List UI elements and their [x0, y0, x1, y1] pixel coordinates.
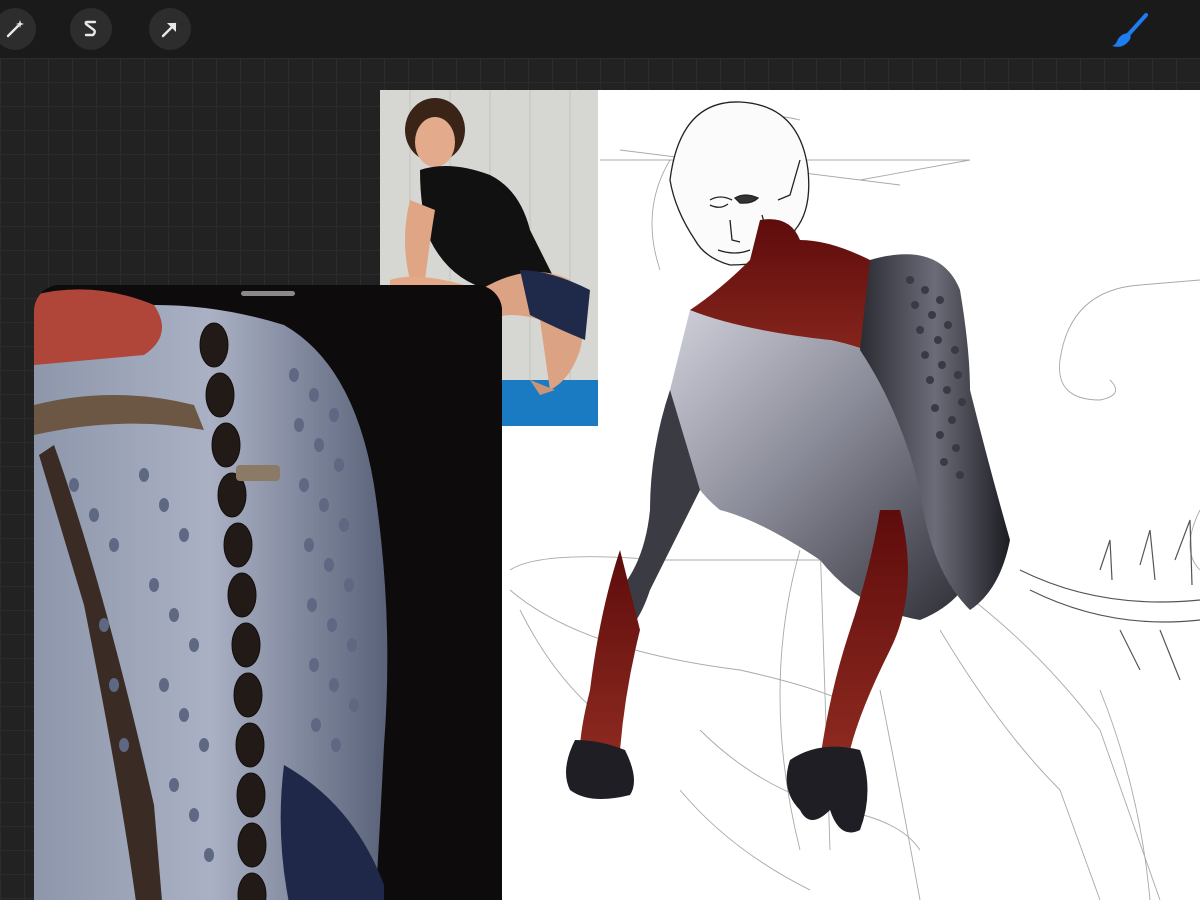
- top-toolbar: [0, 0, 1200, 59]
- arrow-cursor-icon: [161, 22, 177, 38]
- panel-drag-handle[interactable]: [241, 291, 295, 296]
- texture-reference-image: [34, 285, 502, 900]
- selection-s-icon: [84, 20, 97, 37]
- adjustments-button[interactable]: [0, 8, 36, 50]
- drawing-canvas[interactable]: [500, 90, 1200, 900]
- procreate-app: [0, 0, 1200, 900]
- magic-wand-icon: [6, 20, 24, 38]
- brush-button[interactable]: [1108, 9, 1150, 51]
- creature-sketch-image: [509, 101, 1200, 900]
- selection-button[interactable]: [70, 8, 112, 50]
- transform-button[interactable]: [149, 8, 191, 50]
- brush-icon: [1112, 13, 1148, 47]
- texture-reference-panel[interactable]: [34, 285, 502, 900]
